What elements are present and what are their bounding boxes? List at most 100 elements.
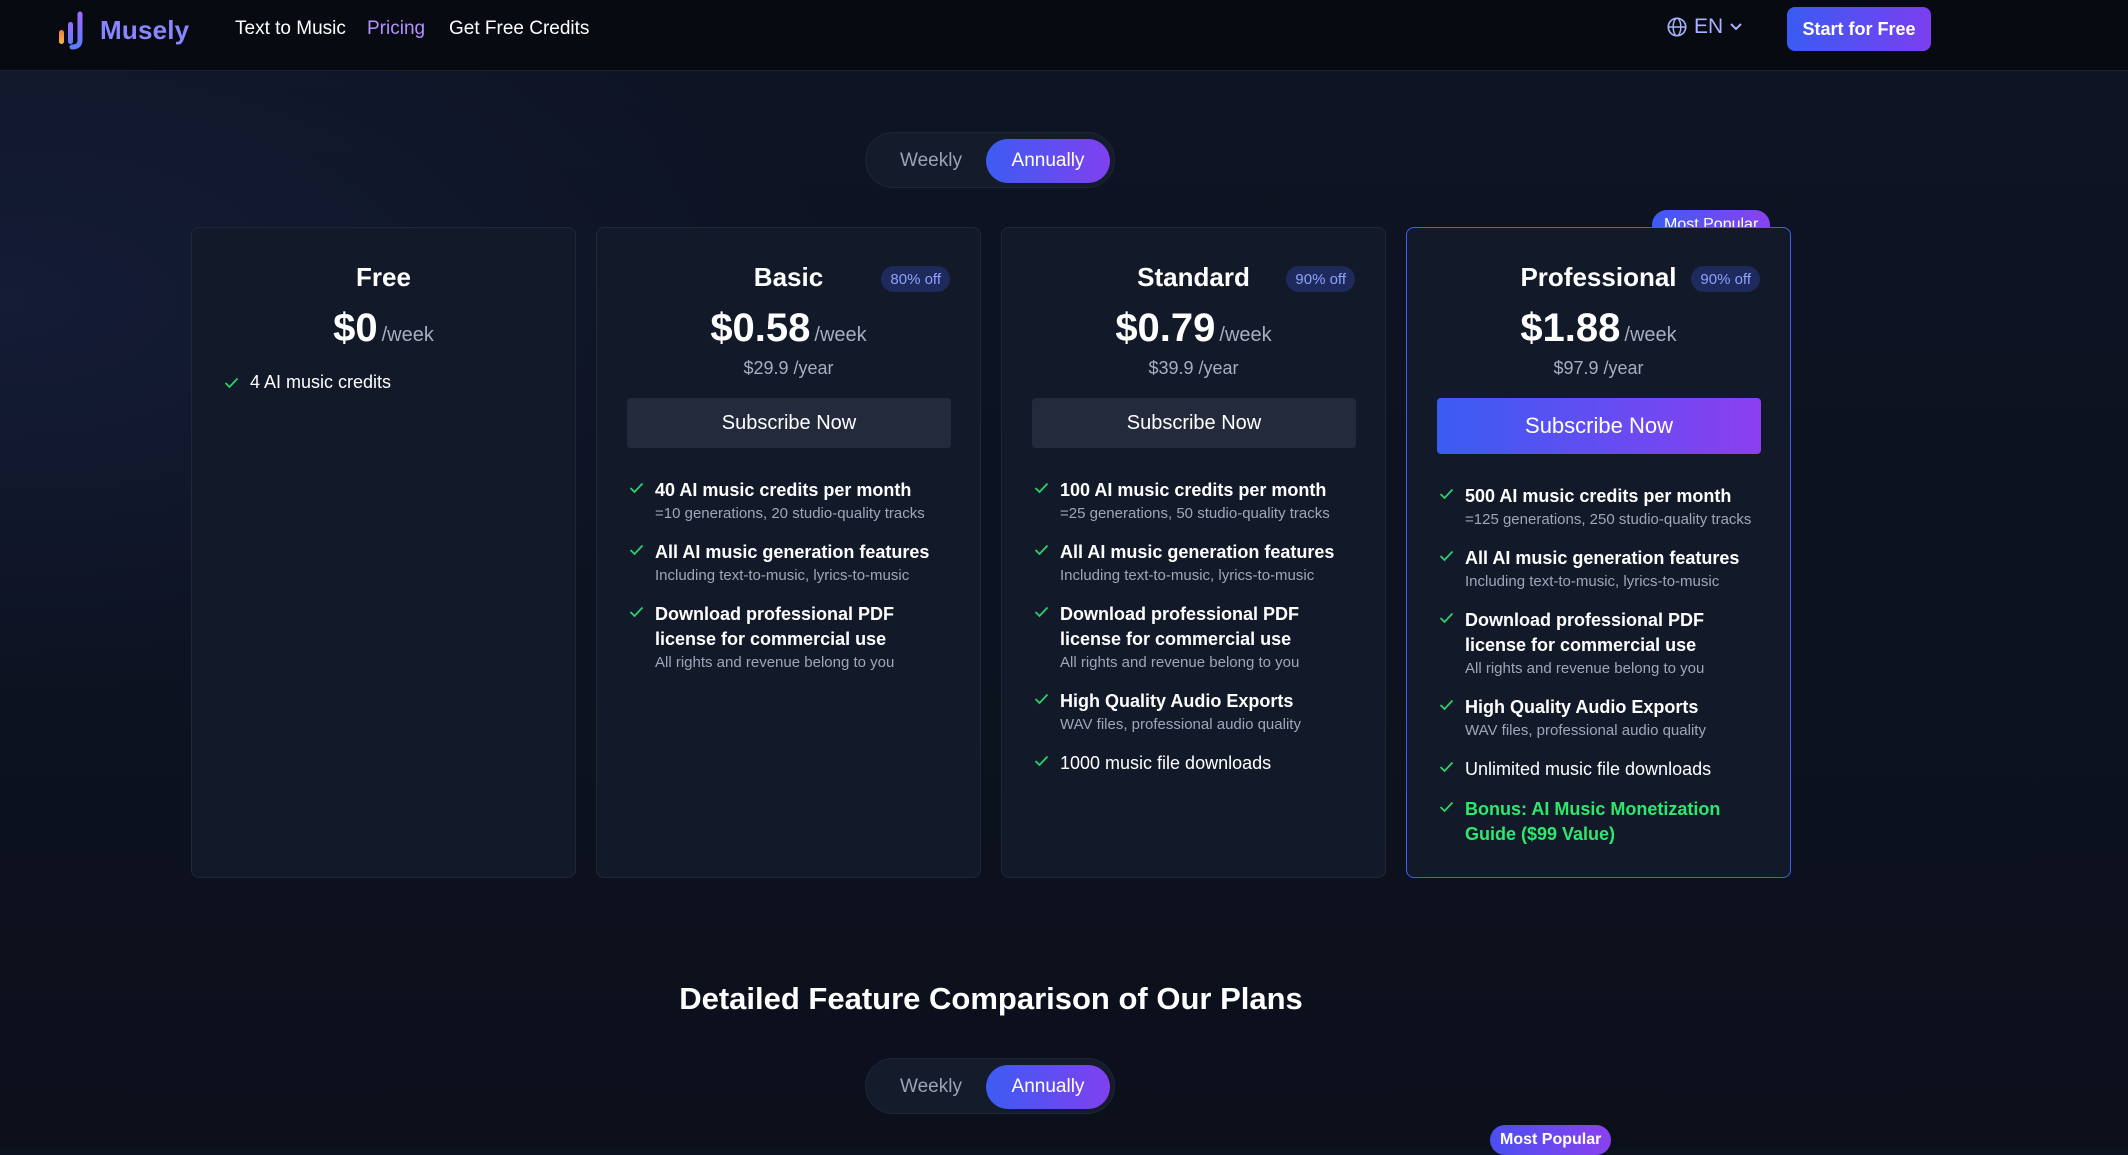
feature-title: Bonus: AI Music Monetization Guide ($99 …	[1465, 799, 1721, 844]
language-code: EN	[1694, 15, 1724, 38]
plan-card-standard: Standard 90% off $0.79/week $39.9 /year …	[1001, 227, 1386, 878]
brand-name: Musely	[100, 14, 190, 45]
plan-period: /week	[1219, 324, 1272, 346]
discount-badge: 90% off	[1286, 266, 1355, 292]
check-icon	[1439, 699, 1454, 711]
feature-item: Download professional PDF license for co…	[1032, 602, 1362, 674]
top-nav: Musely Text to Music Pricing Get Free Cr…	[0, 0, 2128, 71]
check-icon	[1034, 693, 1049, 705]
feature-title: All AI music generation features	[655, 542, 930, 562]
price-row: $0.79/week	[1002, 306, 1385, 351]
nav-link-get-free-credits[interactable]: Get Free Credits	[449, 18, 589, 40]
feature-title: High Quality Audio Exports	[1060, 691, 1294, 711]
toggle-annually[interactable]: Annually	[986, 139, 1110, 183]
check-icon	[1439, 801, 1454, 813]
subscribe-button-basic[interactable]: Subscribe Now	[627, 398, 951, 448]
plan-card-basic: Basic 80% off $0.58/week $29.9 /year Sub…	[596, 227, 981, 878]
check-icon	[1439, 488, 1454, 500]
check-icon	[1034, 606, 1049, 618]
discount-badge: 90% off	[1691, 266, 1760, 292]
comparison-billing-toggle: Weekly Annually	[865, 1058, 1115, 1114]
feature-list: 40 AI music credits per month =10 genera…	[627, 478, 957, 689]
plan-period: /week	[381, 324, 434, 346]
feature-item: 40 AI music credits per month =10 genera…	[627, 478, 957, 525]
chevron-down-icon	[1730, 23, 1742, 31]
plan-price: $0	[333, 306, 378, 350]
feature-title: Unlimited music file downloads	[1465, 759, 1712, 779]
check-icon	[629, 482, 644, 494]
feature-item-bonus: Bonus: AI Music Monetization Guide ($99 …	[1437, 797, 1767, 847]
brand-logo[interactable]: Musely	[56, 10, 189, 50]
billing-toggle: Weekly Annually	[865, 132, 1115, 188]
feature-item: 1000 music file downloads	[1032, 751, 1362, 776]
feature-subtitle: =25 generations, 50 studio-quality track…	[1060, 505, 1330, 522]
toggle-annually[interactable]: Annually	[986, 1065, 1110, 1109]
check-icon	[629, 606, 644, 618]
check-icon	[1034, 482, 1049, 494]
plan-name: Free	[356, 262, 411, 292]
feature-item: All AI music generation features Includi…	[627, 540, 957, 587]
feature-subtitle: Including text-to-music, lyrics-to-music	[1060, 567, 1315, 584]
check-icon	[1439, 550, 1454, 562]
feature-item: High Quality Audio Exports WAV files, pr…	[1032, 689, 1362, 736]
check-icon	[1034, 755, 1049, 767]
feature-title: 40 AI music credits per month	[655, 480, 912, 500]
toggle-weekly[interactable]: Weekly	[874, 1065, 988, 1109]
check-icon	[629, 544, 644, 556]
plan-period: /week	[814, 324, 867, 346]
yearly-price: $39.9 /year	[1148, 358, 1239, 378]
feature-title: High Quality Audio Exports	[1465, 697, 1699, 717]
feature-item: 4 AI music credits	[224, 372, 391, 393]
feature-subtitle: All rights and revenue belong to you	[1060, 654, 1300, 671]
price-row: $0.58/week	[597, 306, 980, 351]
globe-icon	[1667, 17, 1687, 37]
language-selector[interactable]: EN	[1666, 15, 1749, 39]
most-popular-badge: Most Popular	[1490, 1125, 1612, 1155]
feature-list: 500 AI music credits per month =125 gene…	[1437, 484, 1767, 862]
feature-subtitle: =125 generations, 250 studio-quality tra…	[1465, 511, 1752, 528]
feature-title: 100 AI music credits per month	[1060, 480, 1327, 500]
feature-item: Download professional PDF license for co…	[627, 602, 957, 674]
toggle-weekly[interactable]: Weekly	[874, 139, 988, 183]
plan-card-professional: Professional 90% off $1.88/week $97.9 /y…	[1406, 227, 1791, 878]
price-row: $1.88/week	[1407, 306, 1790, 351]
feature-title: Download professional PDF license for co…	[655, 604, 895, 649]
check-icon	[1034, 544, 1049, 556]
feature-item: 100 AI music credits per month =25 gener…	[1032, 478, 1362, 525]
feature-subtitle: WAV files, professional audio quality	[1465, 722, 1706, 739]
feature-title: 1000 music file downloads	[1060, 753, 1272, 773]
feature-title: All AI music generation features	[1465, 548, 1740, 568]
discount-badge: 80% off	[881, 266, 950, 292]
comparison-title: Detailed Feature Comparison of Our Plans	[679, 981, 1303, 1016]
feature-item: High Quality Audio Exports WAV files, pr…	[1437, 695, 1767, 742]
feature-item: Download professional PDF license for co…	[1437, 608, 1767, 680]
feature-title: Download professional PDF license for co…	[1060, 604, 1300, 649]
musely-logo-icon	[59, 11, 83, 50]
nav-link-pricing[interactable]: Pricing	[367, 18, 425, 40]
subscribe-button-standard[interactable]: Subscribe Now	[1032, 398, 1356, 448]
feature-title: 4 AI music credits	[250, 372, 392, 392]
plan-card-free: Free $0/week 4 AI music credits	[191, 227, 576, 878]
check-icon	[1439, 761, 1454, 773]
yearly-price: $97.9 /year	[1553, 358, 1644, 378]
feature-item: All AI music generation features Includi…	[1032, 540, 1362, 587]
feature-list: 100 AI music credits per month =25 gener…	[1032, 478, 1362, 791]
feature-item: Unlimited music file downloads	[1437, 757, 1767, 782]
feature-item: All AI music generation features Includi…	[1437, 546, 1767, 593]
feature-subtitle: Including text-to-music, lyrics-to-music	[1465, 573, 1720, 590]
feature-title: Download professional PDF license for co…	[1465, 610, 1705, 655]
price-row: $0/week	[192, 306, 575, 351]
feature-subtitle: All rights and revenue belong to you	[655, 654, 895, 671]
nav-link-text-to-music[interactable]: Text to Music	[235, 18, 346, 40]
yearly-price: $29.9 /year	[743, 358, 834, 378]
subscribe-button-professional[interactable]: Subscribe Now	[1437, 398, 1761, 454]
feature-subtitle: =10 generations, 20 studio-quality track…	[655, 505, 925, 522]
plan-period: /week	[1624, 324, 1677, 346]
feature-subtitle: All rights and revenue belong to you	[1465, 660, 1705, 677]
check-icon	[1439, 612, 1454, 624]
feature-title: 500 AI music credits per month	[1465, 486, 1732, 506]
feature-subtitle: Including text-to-music, lyrics-to-music	[655, 567, 910, 584]
start-for-free-button[interactable]: Start for Free	[1787, 7, 1931, 51]
plan-price: $0.79	[1115, 306, 1216, 350]
check-icon	[224, 377, 239, 389]
